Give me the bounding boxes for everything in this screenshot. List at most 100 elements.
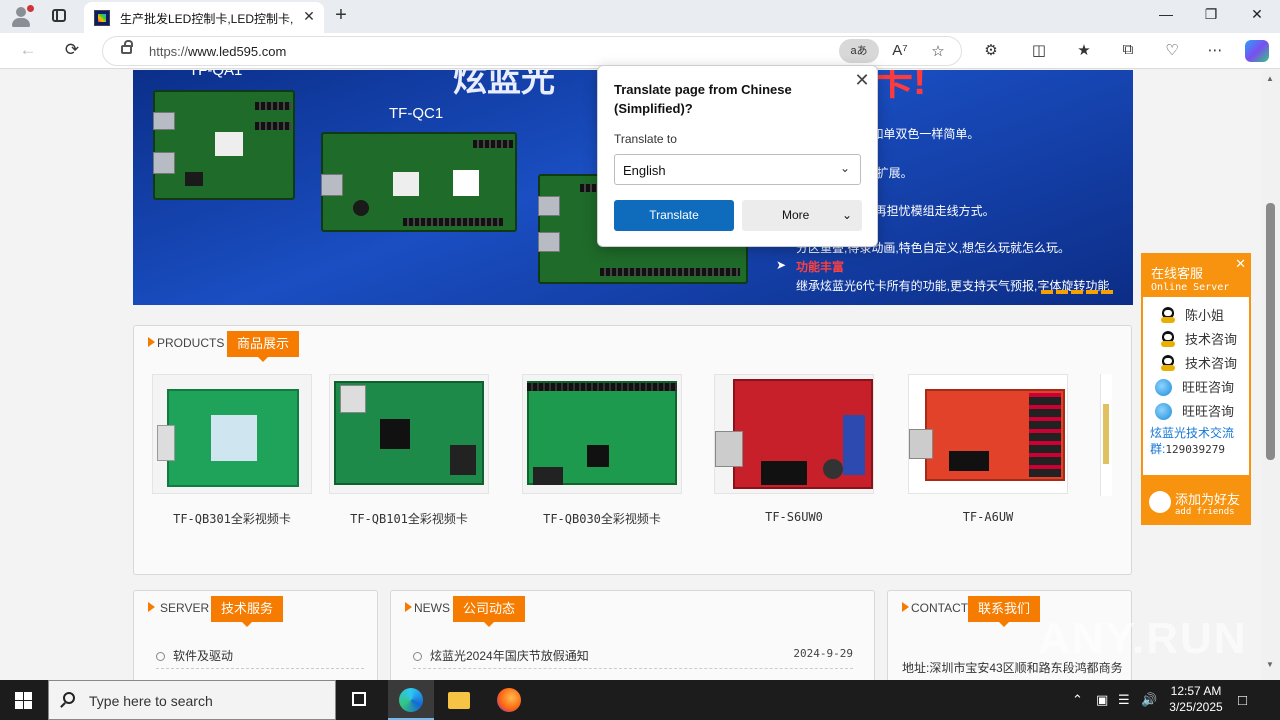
favorite-star-icon[interactable]: ☆ [927, 42, 949, 60]
new-tab-button[interactable]: + [330, 4, 352, 27]
product-name[interactable]: TF-S6UW0 [714, 510, 874, 524]
product-name[interactable]: TF-A6UW [908, 510, 1068, 524]
taskbar-search[interactable]: Type here to search [48, 680, 336, 720]
browser-essentials-icon[interactable]: ♡ [1160, 41, 1184, 59]
translate-button[interactable]: Translate [614, 200, 734, 231]
back-button[interactable]: ← [16, 40, 40, 62]
product-image[interactable] [522, 374, 682, 494]
product-card[interactable]: TF-S6UW0 [714, 374, 874, 524]
extensions-icon[interactable]: ⚙ [979, 41, 1003, 59]
settings-more-icon[interactable]: ⋯ [1203, 41, 1227, 59]
tab-actions-icon[interactable] [48, 6, 70, 26]
product-name[interactable]: TF-QB030全彩视频卡 [522, 510, 682, 527]
product-image-partial[interactable] [1100, 374, 1112, 496]
online-service-widget: 在线客服 Online Server ✕ 陈小姐 技术咨询 技术咨询 旺旺咨询 … [1141, 253, 1251, 477]
edge-taskbar-icon[interactable] [388, 680, 434, 720]
triangle-icon [148, 602, 155, 612]
board-label: TF-QC1 [389, 105, 444, 122]
more-button[interactable]: More ⌄ [742, 200, 862, 231]
close-window-button[interactable]: ✕ [1242, 6, 1272, 23]
collections-icon[interactable]: ⧉ [1116, 41, 1140, 58]
triangle-icon [148, 337, 155, 347]
product-image[interactable] [152, 374, 312, 494]
tab-title: 生产批发LED控制卡,LED控制卡,G [120, 12, 294, 26]
task-view-icon[interactable] [337, 680, 383, 720]
file-explorer-icon[interactable] [436, 680, 482, 720]
qq-group-link[interactable]: 炫蓝光技术交流群:129039279 [1150, 425, 1250, 458]
selected-language: English [623, 163, 666, 178]
language-select[interactable]: English ⌄ [614, 154, 861, 185]
firefox-icon[interactable] [486, 680, 532, 720]
more-button-label: More [782, 208, 810, 222]
news-date: 2024-9-29 [793, 647, 853, 660]
volume-icon[interactable]: 🔊 [1141, 692, 1157, 708]
refresh-button[interactable]: ⟳ [60, 40, 84, 62]
scroll-down-icon[interactable]: ▼ [1266, 660, 1274, 669]
active-tab[interactable]: 生产批发LED控制卡,LED控制卡,G ✕ [84, 2, 324, 33]
restore-button[interactable]: ❐ [1196, 6, 1226, 23]
bullet-icon [156, 652, 165, 661]
section-title-en: SERVER [160, 601, 210, 615]
profile-icon[interactable] [8, 4, 34, 28]
list-item[interactable]: 软件及驱动 [156, 647, 364, 669]
news-title[interactable]: 炫蓝光2024年国庆节放假通知 [430, 649, 589, 663]
product-card[interactable]: TF-A6UW [908, 374, 1068, 524]
product-card[interactable]: TF-QB030全彩视频卡 [522, 374, 682, 527]
copilot-icon[interactable] [1245, 40, 1269, 62]
contact-tech-1[interactable]: 技术咨询 [1161, 329, 1237, 349]
board-image [153, 90, 295, 200]
vertical-scrollbar[interactable]: ▲ ▼ [1262, 70, 1280, 680]
qq-icon [1161, 307, 1175, 323]
anyrun-watermark: ANY.RUN [1038, 614, 1248, 663]
chevron-down-icon: ⌄ [841, 208, 852, 222]
read-aloud-icon[interactable]: A⁷ [889, 42, 911, 59]
qq-icon [1161, 355, 1175, 371]
translate-popup-title: Translate page from Chinese (Simplified)… [614, 82, 792, 116]
translate-icon[interactable]: aあ [839, 39, 879, 63]
carousel-dots[interactable] [1041, 281, 1116, 299]
product-card[interactable]: TF-QB301全彩视频卡 [152, 374, 312, 527]
wangwang-icon [1155, 379, 1172, 396]
section-title-en: PRODUCTS [157, 336, 225, 350]
notifications-icon[interactable]: □ [1238, 692, 1247, 709]
wifi-icon[interactable]: ☰ [1118, 692, 1130, 708]
split-screen-icon[interactable]: ◫ [1027, 41, 1051, 59]
close-icon[interactable]: ✕ [1235, 256, 1246, 272]
section-title-cn: 商品展示 [227, 331, 300, 362]
lock-icon[interactable] [121, 40, 133, 54]
contact-chen[interactable]: 陈小姐 [1161, 305, 1224, 325]
news-item[interactable]: 炫蓝光2024年国庆节放假通知 2024-9-29 [413, 647, 853, 669]
arrow-icon: ➤ [776, 258, 787, 272]
close-icon[interactable]: ✕ [852, 70, 872, 91]
bullet-icon [413, 652, 422, 661]
product-name[interactable]: TF-QB101全彩视频卡 [329, 510, 489, 527]
scroll-thumb[interactable] [1266, 203, 1275, 460]
system-clock[interactable]: 12:57 AM 3/25/2025 [1160, 683, 1232, 715]
product-name[interactable]: TF-QB301全彩视频卡 [152, 510, 312, 527]
panel-header: SERVER 技术服务 [134, 591, 377, 627]
product-card[interactable]: TF-QB101全彩视频卡 [329, 374, 489, 527]
wangwang-icon [1155, 403, 1172, 420]
contact-wangwang-2[interactable]: 旺旺咨询 [1155, 401, 1234, 421]
scroll-up-icon[interactable]: ▲ [1266, 74, 1274, 83]
online-service-title: 在线客服 [1151, 266, 1204, 281]
product-image[interactable] [908, 374, 1068, 494]
windows-start-icon[interactable] [15, 692, 32, 709]
banner-feature-heading: 功能丰富 [796, 260, 845, 274]
site-favicon-icon [94, 10, 110, 26]
network-icon[interactable]: ▣ [1096, 692, 1108, 708]
chevron-down-icon: ⌄ [839, 161, 850, 175]
url-field[interactable]: https://www.led595.com aあ A⁷ ☆ [102, 36, 962, 66]
contact-wangwang-1[interactable]: 旺旺咨询 [1155, 377, 1234, 397]
minimize-button[interactable]: — [1151, 6, 1181, 22]
banner-title-red: 卡! [873, 70, 927, 103]
section-title-cn: 联系我们 [968, 596, 1041, 627]
add-friends-button[interactable]: 添加为好友 add friends [1141, 477, 1251, 525]
url-text[interactable]: https://www.led595.com [149, 44, 286, 59]
product-image[interactable] [329, 374, 489, 494]
favorites-icon[interactable]: ★ [1072, 41, 1096, 59]
tab-close-icon[interactable]: ✕ [300, 8, 318, 25]
contact-tech-2[interactable]: 技术咨询 [1161, 353, 1237, 373]
product-image[interactable] [714, 374, 874, 494]
tray-chevron-icon[interactable]: ⌃ [1072, 692, 1083, 708]
